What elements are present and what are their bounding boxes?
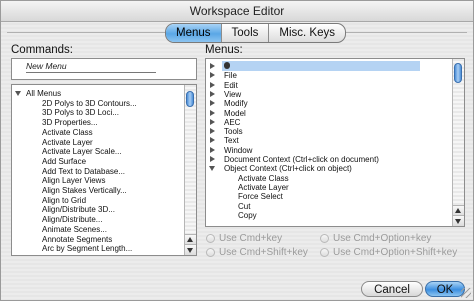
menus-scroll-thumb[interactable] xyxy=(454,63,462,83)
window-title: Workspace Editor xyxy=(1,1,473,22)
new-menu-item[interactable]: New Menu xyxy=(26,61,67,71)
commands-list[interactable]: All Menus 2D Polys to 3D Contours... 3D Po… xyxy=(11,84,197,256)
disclosure-right-icon[interactable] xyxy=(210,137,215,144)
new-menu-box[interactable]: New Menu xyxy=(11,58,197,80)
disclosure-right-icon[interactable] xyxy=(210,90,215,97)
tab-bar: Menus Tools Misc. Keys xyxy=(1,22,473,43)
arrow-up-icon xyxy=(187,237,193,242)
menus-label: Menus: xyxy=(205,44,243,56)
menus-list[interactable]: File Edit View Modify Model AEC Tools Text Windo… xyxy=(205,58,465,227)
new-menu-underline xyxy=(26,72,156,73)
disclosure-right-icon[interactable] xyxy=(210,109,215,116)
ok-button[interactable]: OK xyxy=(425,281,465,297)
radio-cmd-shift-key-label: Use Cmd+Shift+key xyxy=(219,247,308,258)
resize-grip-icon[interactable] xyxy=(461,288,471,298)
radio-circle xyxy=(206,234,215,243)
tab-misc-keys[interactable]: Misc. Keys xyxy=(268,24,345,42)
radio-cmd-option-shift-key[interactable]: Use Cmd+Option+Shift+key xyxy=(320,247,457,258)
disclosure-right-icon[interactable] xyxy=(210,118,215,125)
commands-scroll-thumb[interactable] xyxy=(186,91,194,107)
commands-scroll-down-arrow[interactable] xyxy=(185,244,196,255)
tab-menus[interactable]: Menus xyxy=(166,24,221,42)
disclosure-down-icon[interactable] xyxy=(209,166,215,172)
arrow-up-icon xyxy=(455,208,461,213)
disclosure-right-icon[interactable] xyxy=(210,100,215,107)
commands-scrollbar[interactable] xyxy=(184,85,196,255)
radio-cmd-option-key-label: Use Cmd+Option+key xyxy=(333,233,432,244)
radio-circle xyxy=(320,248,329,257)
disclosure-right-icon[interactable] xyxy=(210,146,215,153)
disclosure-right-icon[interactable] xyxy=(210,156,215,162)
cancel-button[interactable]: Cancel xyxy=(361,281,423,297)
radio-circle xyxy=(206,248,215,257)
radio-cmd-shift-key[interactable]: Use Cmd+Shift+key xyxy=(206,247,308,258)
tab-tools[interactable]: Tools xyxy=(220,24,269,42)
menus-scrollbar[interactable] xyxy=(452,59,464,226)
arrow-down-icon xyxy=(187,248,193,253)
command-item-label: Arc by Segment Length... xyxy=(42,244,133,254)
disclosure-down-icon[interactable] xyxy=(15,91,21,96)
arrow-down-icon xyxy=(455,219,461,224)
apple-logo-icon xyxy=(224,62,230,69)
disclosure-right-icon[interactable] xyxy=(210,72,215,79)
disclosure-right-icon[interactable] xyxy=(210,81,215,88)
disclosure-right-icon[interactable] xyxy=(210,128,215,135)
menus-scroll-down-arrow[interactable] xyxy=(453,215,464,226)
radio-cmd-option-shift-key-label: Use Cmd+Option+Shift+key xyxy=(333,247,458,258)
command-list-item[interactable]: Arc by Segment Length... xyxy=(12,243,182,254)
radio-cmd-option-key[interactable]: Use Cmd+Option+key xyxy=(320,233,431,244)
disclosure-right-icon[interactable] xyxy=(210,63,215,69)
radio-cmd-key[interactable]: Use Cmd+key xyxy=(206,233,282,244)
commands-label: Commands: xyxy=(11,44,73,56)
menu-list-item[interactable]: Copy xyxy=(206,210,452,221)
workspace-editor-window: Workspace Editor Menus Tools Misc. Keys … xyxy=(0,0,474,301)
segmented-tabs: Menus Tools Misc. Keys xyxy=(165,23,346,43)
radio-circle xyxy=(320,234,329,243)
menu-item-label: Copy xyxy=(238,210,257,220)
radio-cmd-key-label: Use Cmd+key xyxy=(219,233,283,244)
